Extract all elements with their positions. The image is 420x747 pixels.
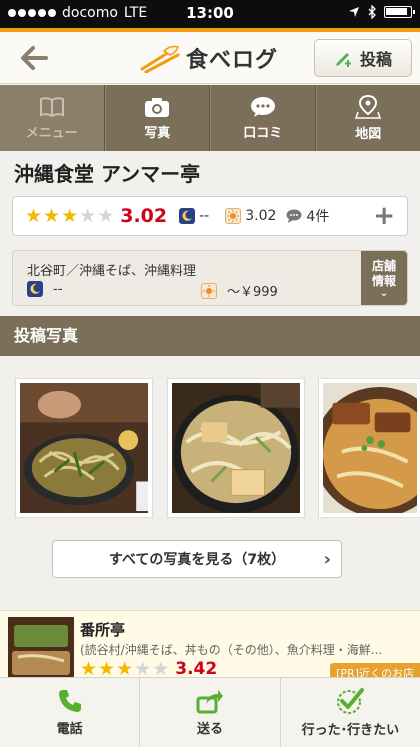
been-want-label: 行った･行きたい	[301, 723, 400, 738]
post-button-label: 投稿	[359, 50, 392, 69]
call-label: 電話	[56, 722, 83, 737]
speech-bubble-icon	[250, 96, 275, 117]
posted-photos-header: 投稿写真	[0, 316, 420, 356]
star-icon: ★	[98, 657, 116, 680]
star-icon: ★	[43, 204, 61, 227]
bluetooth-icon	[368, 5, 376, 19]
store-info-label-1: 店舗	[371, 259, 396, 273]
tab-photos-label: 写真	[144, 125, 171, 141]
share-icon	[196, 690, 223, 714]
nearby-rating: ★ ★ ★ ★ ★ 3.42	[80, 659, 217, 679]
status-icons	[348, 5, 415, 19]
location-arrow-icon	[349, 7, 359, 17]
back-button[interactable]	[14, 42, 54, 74]
status-bar: docomo LTE 13:00	[0, 0, 420, 28]
review-bubble-icon	[286, 209, 302, 223]
lunch-budget-group: ～￥999	[201, 281, 321, 300]
nearby-rating-stars: ★ ★ ★ ★ ★	[80, 657, 170, 680]
nearby-restaurant-categories: (読谷村/沖縄そば、丼もの（その他）、魚介料理・海鮮...	[80, 643, 383, 657]
food-photo-stirfry	[20, 383, 148, 513]
tab-photos[interactable]: 写真	[104, 85, 210, 151]
tab-map[interactable]: 地図	[315, 85, 420, 151]
star-icon: ★	[80, 657, 98, 680]
rating-score: 3.02	[120, 205, 168, 227]
nearby-restaurant-name: 番所亭	[80, 621, 126, 639]
pencil-plus-icon	[335, 53, 351, 67]
lunch-budget: ～￥999	[227, 285, 278, 300]
tab-menu[interactable]: メニュー	[0, 85, 105, 151]
rating-box[interactable]: ★ ★ ★ ★ ★ 3.02 -- 3.02 4件 +	[12, 196, 408, 236]
star-icon: ★	[61, 204, 79, 227]
back-arrow-icon	[21, 46, 48, 70]
checkmark-icon	[337, 688, 365, 714]
dinner-budget: --	[53, 281, 63, 297]
post-button[interactable]: 投稿	[314, 39, 412, 77]
chevron-down-icon: ⌄	[379, 288, 389, 299]
review-count: 4件	[306, 209, 330, 225]
tab-menu-label: メニュー	[25, 125, 78, 141]
star-icon: ★	[25, 204, 43, 227]
photo-thumbnail[interactable]	[313, 378, 420, 518]
logo-text: 食べログ	[186, 48, 279, 73]
nearby-restaurant-card[interactable]: 番所亭 (読谷村/沖縄そば、丼もの（その他）、魚介料理・海鮮... ★ ★ ★ …	[0, 610, 420, 683]
share-label: 送る	[196, 722, 223, 737]
tab-reviews[interactable]: 口コミ	[210, 85, 316, 151]
battery-icon	[384, 6, 415, 18]
lunch-score: 3.02	[245, 208, 277, 224]
photo-thumbnail[interactable]	[15, 378, 153, 518]
tab-map-label: 地図	[355, 126, 382, 142]
nearby-restaurant-thumbnail	[8, 617, 74, 681]
moon-icon	[179, 208, 196, 224]
call-button[interactable]: 電話	[0, 678, 141, 747]
star-icon: ★	[134, 657, 152, 680]
star-icon: ★	[97, 204, 115, 227]
food-photo-tofu-chanpuru	[172, 383, 300, 513]
phone-icon	[58, 690, 81, 712]
tab-bar: メニュー 写真 口コミ 地図	[0, 85, 420, 151]
map-pin-icon	[355, 94, 382, 119]
view-all-photos-button[interactable]: すべての写真を見る（7枚） ›	[52, 540, 342, 578]
sun-icon	[225, 208, 242, 224]
restaurant-name: 沖縄食堂 アンマー亭	[14, 162, 201, 186]
star-icon: ★	[152, 657, 170, 680]
dinner-score: --	[199, 208, 210, 224]
tab-reviews-label: 口コミ	[243, 125, 283, 141]
restaurant-info-box: 北谷町／沖縄そば、沖縄料理 -- ～￥999 店舗 情報 ⌄	[12, 250, 408, 306]
expand-plus-icon[interactable]: +	[373, 203, 395, 229]
view-all-photos-label: すべての写真を見る（7枚）	[108, 552, 286, 568]
been-want-button[interactable]: 行った･行きたい	[281, 678, 420, 747]
star-icon: ★	[79, 204, 97, 227]
budget-line: -- ～￥999	[27, 281, 278, 300]
chevron-right-icon: ›	[323, 549, 331, 570]
lunch-budget-sun-icon	[201, 282, 217, 299]
star-icon: ★	[116, 657, 134, 680]
tabelog-logo: 食べログ	[140, 42, 278, 74]
rating-stars: ★ ★ ★ ★ ★	[25, 204, 115, 227]
nearby-rating-score: 3.42	[175, 659, 218, 679]
bottom-action-bar: 電話 送る 行った･行きたい	[0, 677, 420, 747]
store-info-button[interactable]: 店舗 情報 ⌄	[361, 251, 407, 305]
chopsticks-icon	[140, 45, 180, 73]
dinner-budget-moon-icon	[27, 281, 43, 297]
share-button[interactable]: 送る	[140, 678, 281, 747]
app-header: 食べログ 投稿	[0, 32, 420, 84]
book-icon	[39, 96, 64, 117]
food-photo-okinawa-soba	[313, 383, 420, 517]
store-info-label-2: 情報	[371, 274, 396, 288]
photo-thumbnail[interactable]	[167, 378, 305, 518]
area-category: 北谷町／沖縄そば、沖縄料理	[27, 264, 197, 279]
photo-carousel[interactable]	[0, 378, 420, 518]
camera-icon	[145, 97, 170, 117]
